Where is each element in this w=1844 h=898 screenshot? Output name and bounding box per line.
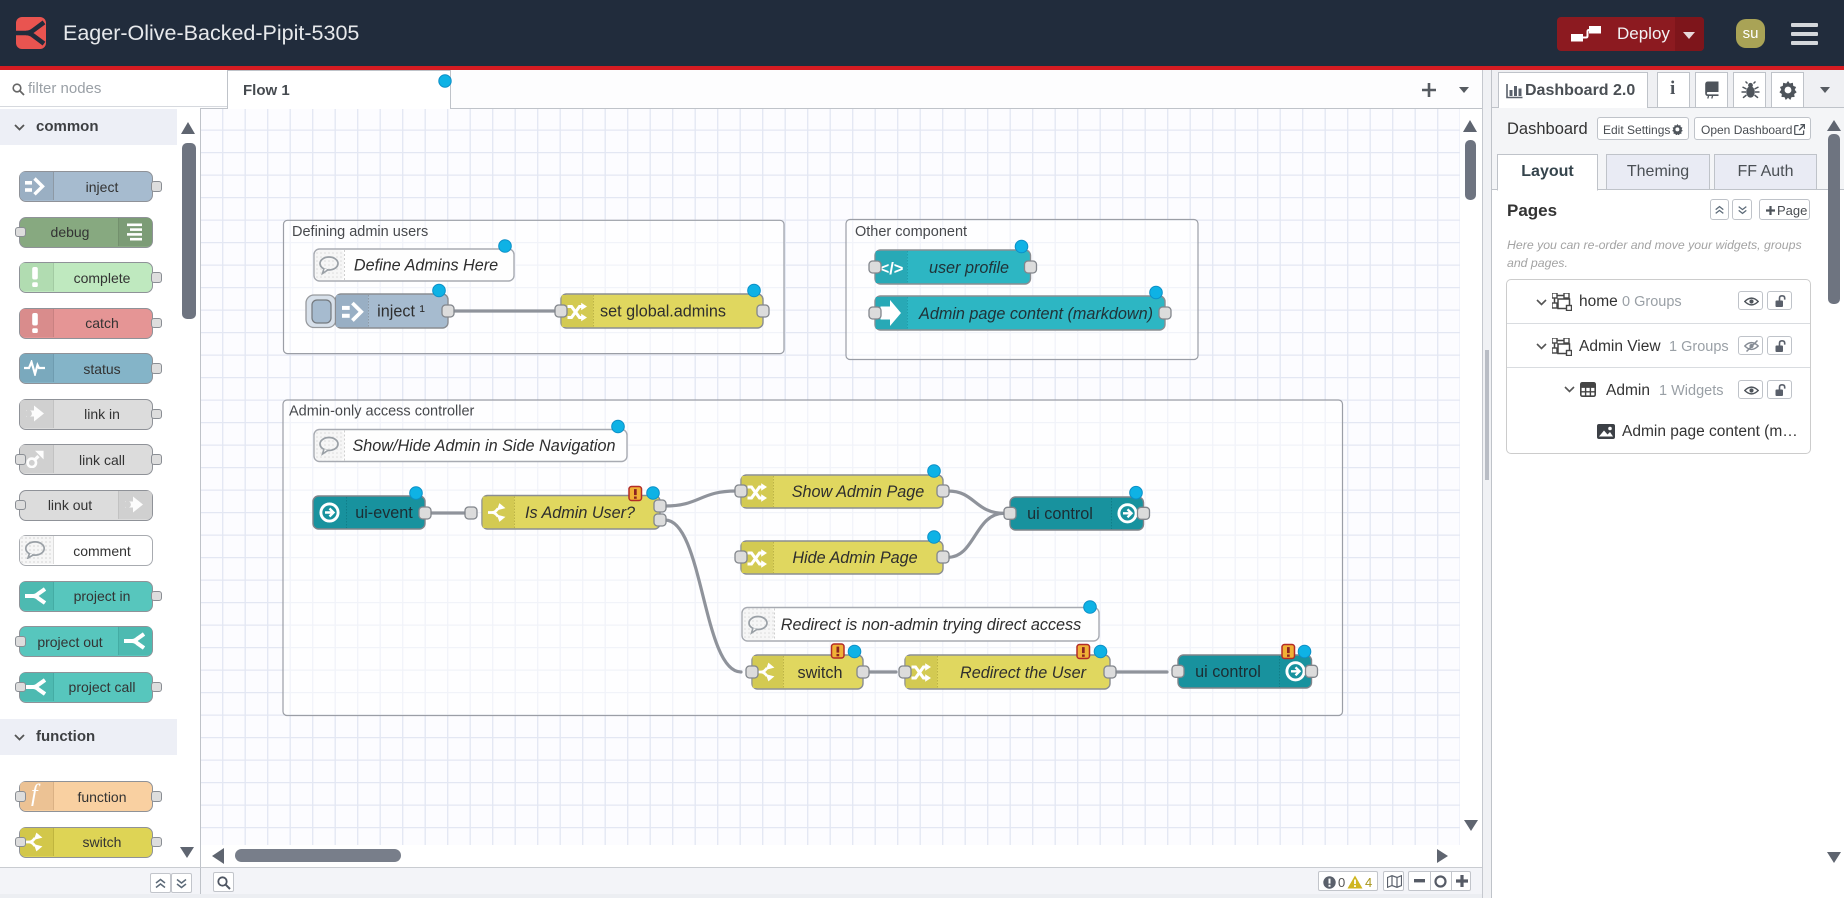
svg-text:set global.admins: set global.admins [600, 303, 726, 321]
svg-text:Is Admin User?: Is Admin User? [525, 504, 635, 522]
svg-text:switch: switch [798, 664, 843, 682]
svg-text:Show Admin Page: Show Admin Page [792, 483, 925, 501]
svg-text:ui control: ui control [1027, 505, 1093, 523]
svg-text:inject ¹: inject ¹ [377, 303, 425, 321]
svg-text:Redirect the User: Redirect the User [960, 664, 1087, 682]
svg-text:Hide Admin Page: Hide Admin Page [792, 549, 917, 567]
svg-text:Defining admin users: Defining admin users [292, 224, 428, 240]
svg-text:Admin page content (markdown): Admin page content (markdown) [918, 305, 1153, 323]
svg-text:user profile: user profile [929, 259, 1009, 277]
svg-text:Show/Hide Admin in Side Naviga: Show/Hide Admin in Side Navigation [352, 437, 615, 455]
svg-text:Admin-only access controller: Admin-only access controller [289, 404, 475, 420]
svg-text:Define Admins Here: Define Admins Here [354, 257, 498, 275]
svg-text:Redirect is non-admin trying d: Redirect is non-admin trying direct acce… [781, 616, 1082, 634]
svg-text:</>: </> [880, 260, 904, 278]
svg-text:ui control: ui control [1195, 663, 1261, 681]
svg-text:ui-event: ui-event [355, 504, 413, 522]
svg-text:Other component: Other component [855, 224, 967, 240]
